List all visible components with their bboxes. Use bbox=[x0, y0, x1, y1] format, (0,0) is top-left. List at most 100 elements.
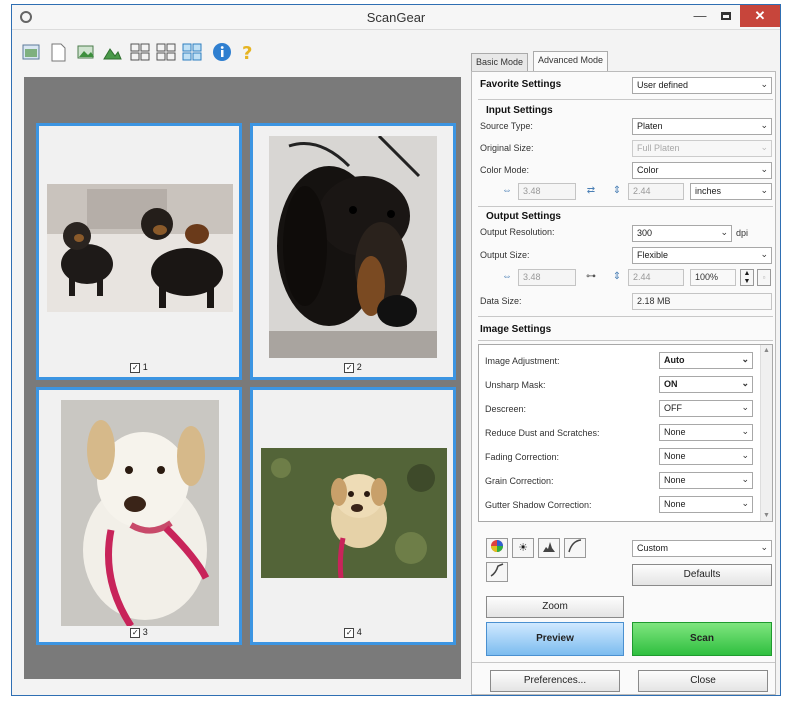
title-bar: ScanGear — ✕ bbox=[12, 5, 780, 30]
crop-icon[interactable] bbox=[75, 41, 97, 63]
brightness-contrast-icon[interactable]: ☀ bbox=[512, 538, 534, 558]
thumbnail-checkbox[interactable]: ✓ 2 bbox=[253, 362, 453, 373]
divider bbox=[478, 316, 773, 317]
maximize-button[interactable] bbox=[714, 5, 738, 27]
tab-basic-mode[interactable]: Basic Mode bbox=[471, 53, 529, 71]
chevron-down-icon: ⌄ bbox=[760, 142, 768, 152]
source-type-select[interactable]: Platen ⌄ bbox=[632, 118, 772, 135]
settings-panel: Basic Mode Advanced Mode Favorite Settin… bbox=[461, 47, 781, 695]
chevron-down-icon: ⌄ bbox=[760, 120, 768, 130]
scan-button[interactable]: Scan bbox=[632, 622, 772, 656]
favorite-settings-select[interactable]: User defined ⌄ bbox=[632, 77, 772, 94]
input-height-field[interactable]: 2.44 bbox=[628, 183, 684, 200]
thumbnail-image bbox=[261, 448, 447, 579]
input-width-field[interactable]: 3.48 bbox=[518, 183, 576, 200]
thumbnail-frame[interactable]: ✓ 1 bbox=[36, 123, 242, 380]
tone-preset-select[interactable]: Custom ⌄ bbox=[632, 540, 772, 557]
multi-crop-icon[interactable] bbox=[181, 41, 203, 63]
output-width-field[interactable]: 3.48 bbox=[518, 269, 576, 286]
scroll-down-icon[interactable]: ▼ bbox=[763, 512, 770, 519]
thumbnail-checkbox[interactable]: ✓ 4 bbox=[253, 627, 453, 638]
output-resolution-select[interactable]: 300 ⌄ bbox=[632, 225, 732, 242]
help-icon[interactable]: ? bbox=[237, 41, 259, 64]
reduce-dust-select[interactable]: None ⌄ bbox=[659, 424, 753, 441]
window-title: ScanGear bbox=[366, 10, 426, 25]
thumbnail-number: 1 bbox=[142, 362, 148, 373]
color-mode-value: Color bbox=[637, 165, 659, 175]
unit-value: inches bbox=[695, 186, 722, 196]
output-resolution-label: Output Resolution: bbox=[480, 227, 555, 237]
image-adjustment-select[interactable]: Auto ⌄ bbox=[659, 352, 753, 369]
preview-area[interactable]: ✓ 1 ✓ 2 ✓ 3 ✓ 4 bbox=[24, 77, 461, 679]
thumbnail-frame[interactable]: ✓ 2 bbox=[250, 123, 456, 380]
output-height-field[interactable]: 2.44 bbox=[628, 269, 684, 286]
link-icon[interactable]: ⊶ bbox=[584, 271, 598, 283]
gutter-shadow-value: None bbox=[664, 499, 686, 509]
scale-field[interactable]: 100% bbox=[690, 269, 736, 286]
frame-grid-icon[interactable] bbox=[155, 41, 177, 63]
swap-icon[interactable]: ⇄ bbox=[584, 185, 598, 197]
divider bbox=[478, 206, 773, 207]
output-settings-heading: Output Settings bbox=[486, 211, 561, 222]
advanced-mode-panel: Favorite Settings User defined ⌄ Input Se… bbox=[471, 71, 776, 695]
original-size-value: Full Platen bbox=[637, 143, 680, 153]
final-review-icon[interactable] bbox=[486, 562, 508, 582]
output-size-value: Flexible bbox=[637, 250, 669, 260]
unit-select[interactable]: inches ⌄ bbox=[690, 183, 772, 200]
scroll-up-icon[interactable]: ▲ bbox=[763, 347, 770, 354]
thumbnail-number: 3 bbox=[142, 627, 148, 638]
input-settings-heading: Input Settings bbox=[486, 105, 553, 116]
thumbnail-image bbox=[47, 184, 233, 312]
thumbnail-frame[interactable]: ✓ 3 bbox=[36, 387, 242, 645]
zoom-button[interactable]: Zoom bbox=[486, 596, 624, 618]
info-icon[interactable] bbox=[211, 41, 233, 63]
image-adjustment-label: Image Adjustment: bbox=[485, 356, 560, 366]
gutter-shadow-label: Gutter Shadow Correction: bbox=[485, 500, 592, 510]
histogram-icon[interactable] bbox=[538, 538, 560, 558]
gutter-shadow-select[interactable]: None ⌄ bbox=[659, 496, 753, 513]
output-size-label: Output Size: bbox=[480, 250, 530, 260]
fading-correction-select[interactable]: None ⌄ bbox=[659, 448, 753, 465]
thumbnail-frame[interactable]: ✓ 4 bbox=[250, 387, 456, 645]
thumbnail-checkbox[interactable]: ✓ 1 bbox=[39, 362, 239, 373]
output-size-select[interactable]: Flexible ⌄ bbox=[632, 247, 772, 264]
thumbnail-checkbox[interactable]: ✓ 3 bbox=[39, 627, 239, 638]
preferences-button[interactable]: Preferences... bbox=[490, 670, 620, 692]
grain-correction-value: None bbox=[664, 475, 686, 485]
descreen-select[interactable]: OFF ⌄ bbox=[659, 400, 753, 417]
defaults-button[interactable]: Defaults bbox=[632, 564, 772, 586]
unsharp-mask-value: ON bbox=[664, 379, 678, 389]
scale-stepper[interactable]: ▲ ▼ bbox=[740, 269, 754, 286]
descreen-value: OFF bbox=[664, 403, 682, 413]
image-settings-list[interactable]: Image Adjustment: Auto ⌄ Unsharp Mask: ON… bbox=[478, 344, 773, 522]
saturation-color-balance-icon[interactable] bbox=[486, 538, 508, 558]
close-window-button[interactable]: ✕ bbox=[740, 5, 780, 27]
reduce-dust-label: Reduce Dust and Scratches: bbox=[485, 428, 600, 438]
tone-preset-value: Custom bbox=[637, 543, 669, 553]
reduce-dust-value: None bbox=[664, 427, 686, 437]
chevron-down-icon: ⌄ bbox=[760, 164, 768, 174]
mirror-icon[interactable] bbox=[101, 41, 123, 63]
preview-button[interactable]: Preview bbox=[486, 622, 624, 656]
select-all-frames-icon[interactable] bbox=[129, 41, 151, 63]
scangear-window: ScanGear — ✕ ? ✓ 1 ✓ 2 ✓ 3 ✓ 4 Basic Mod… bbox=[11, 4, 781, 696]
source-type-label: Source Type: bbox=[480, 121, 533, 131]
divider bbox=[472, 662, 775, 663]
tab-advanced-mode[interactable]: Advanced Mode bbox=[533, 51, 609, 72]
close-button[interactable]: Close bbox=[638, 670, 768, 692]
thumbnail-view-icon[interactable] bbox=[21, 41, 43, 63]
unsharp-mask-select[interactable]: ON ⌄ bbox=[659, 376, 753, 393]
grain-correction-select[interactable]: None ⌄ bbox=[659, 472, 753, 489]
width-icon: ⇔ bbox=[502, 185, 512, 196]
clear-icon[interactable] bbox=[47, 41, 69, 63]
grain-correction-label: Grain Correction: bbox=[485, 476, 554, 486]
thumbnail-image bbox=[269, 134, 437, 358]
original-size-select[interactable]: Full Platen ⌄ bbox=[632, 140, 772, 157]
scale-menu-icon[interactable]: ▫ bbox=[757, 269, 771, 286]
color-mode-select[interactable]: Color ⌄ bbox=[632, 162, 772, 179]
unsharp-mask-label: Unsharp Mask: bbox=[485, 380, 546, 390]
minimize-button[interactable]: — bbox=[688, 5, 712, 27]
tone-curve-icon[interactable] bbox=[564, 538, 586, 558]
image-settings-heading: Image Settings bbox=[480, 324, 552, 335]
image-settings-scrollbar[interactable]: ▲ ▼ bbox=[760, 345, 772, 521]
